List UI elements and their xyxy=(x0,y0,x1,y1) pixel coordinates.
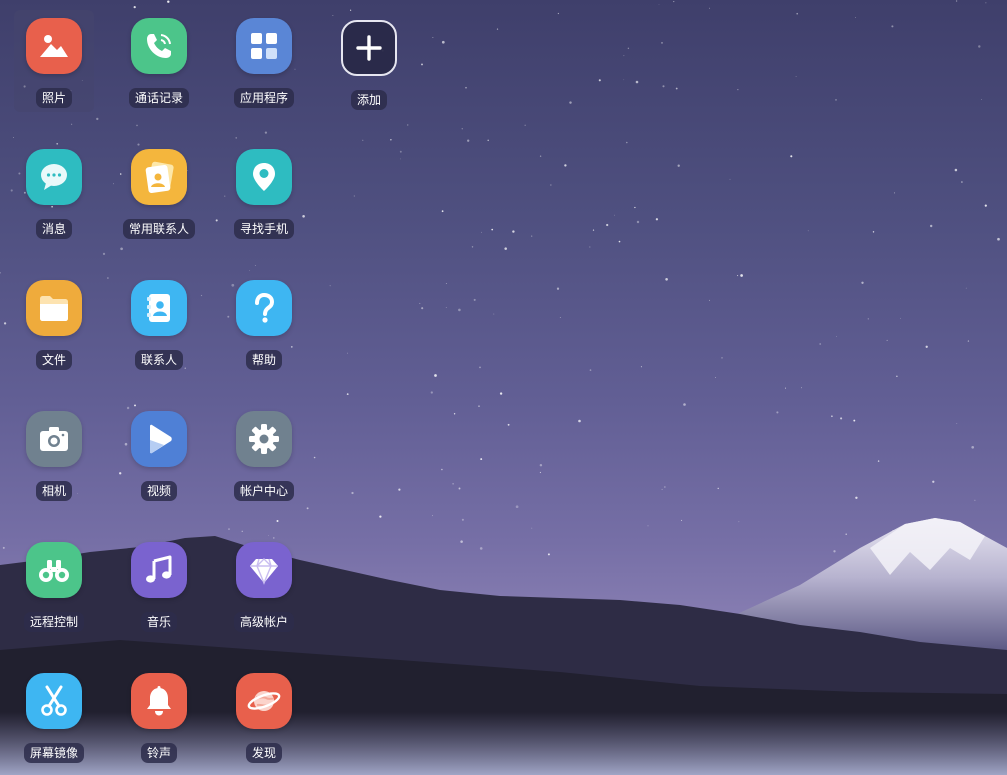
app-label: 照片 xyxy=(35,88,72,108)
app-tile-apps[interactable]: 应用程序 xyxy=(224,10,304,112)
bell-icon xyxy=(131,673,187,729)
phone-icon xyxy=(131,18,187,74)
app-tile-files[interactable]: 文件 xyxy=(14,272,94,374)
question-icon xyxy=(236,280,292,336)
app-label: 帮助 xyxy=(245,350,282,370)
camera-icon xyxy=(26,411,82,467)
play-icon xyxy=(131,411,187,467)
app-label: 帐户中心 xyxy=(233,481,294,501)
scissors-icon xyxy=(26,673,82,729)
app-tile-screen-mirroring[interactable]: 屏幕镜像 xyxy=(14,665,94,767)
folder-icon xyxy=(26,280,82,336)
app-label: 通话记录 xyxy=(128,88,189,108)
app-tile-account-center[interactable]: 帐户中心 xyxy=(224,403,304,505)
app-tile-add[interactable]: 添加 xyxy=(329,10,409,112)
desktop: 照片 通话记录 应用程序 添加消息 常用联系人 寻找手机文件 联系人 帮助相机 视频 帐户中心远程… xyxy=(0,0,1007,775)
app-tile-photos[interactable]: 照片 xyxy=(14,10,94,112)
app-label: 屏幕镜像 xyxy=(23,743,84,763)
planet-icon xyxy=(236,673,292,729)
diamond-icon xyxy=(236,542,292,598)
app-tile-music[interactable]: 音乐 xyxy=(119,534,199,636)
contact-card-icon xyxy=(131,149,187,205)
address-book-icon xyxy=(131,280,187,336)
app-label: 常用联系人 xyxy=(122,219,195,239)
app-label: 音乐 xyxy=(140,612,177,632)
app-tile-call-log[interactable]: 通话记录 xyxy=(119,10,199,112)
app-tile-premium-account[interactable]: 高级帐户 xyxy=(224,534,304,636)
app-tile-favorite-contacts[interactable]: 常用联系人 xyxy=(119,141,199,243)
app-label: 消息 xyxy=(35,219,72,239)
chat-bubble-icon xyxy=(26,149,82,205)
app-label: 相机 xyxy=(35,481,72,501)
app-label: 添加 xyxy=(350,90,387,110)
app-label: 铃声 xyxy=(140,743,177,763)
music-note-icon xyxy=(131,542,187,598)
app-tile-video[interactable]: 视频 xyxy=(119,403,199,505)
photos-icon xyxy=(26,18,82,74)
gear-icon xyxy=(236,411,292,467)
location-pin-icon xyxy=(236,149,292,205)
app-tile-discover[interactable]: 发现 xyxy=(224,665,304,767)
app-tile-contacts[interactable]: 联系人 xyxy=(119,272,199,374)
app-label: 视频 xyxy=(140,481,177,501)
app-label: 高级帐户 xyxy=(233,612,294,632)
app-tile-remote-control[interactable]: 远程控制 xyxy=(14,534,94,636)
app-label: 文件 xyxy=(35,350,72,370)
app-label: 发现 xyxy=(245,743,282,763)
app-tile-help[interactable]: 帮助 xyxy=(224,272,304,374)
app-label: 寻找手机 xyxy=(233,219,294,239)
binoculars-icon xyxy=(26,542,82,598)
app-label: 应用程序 xyxy=(233,88,294,108)
app-tile-ringtone[interactable]: 铃声 xyxy=(119,665,199,767)
app-tile-find-phone[interactable]: 寻找手机 xyxy=(224,141,304,243)
grid-icon xyxy=(236,18,292,74)
app-label: 联系人 xyxy=(134,350,183,370)
mountain-landscape-background xyxy=(0,518,1007,775)
app-tile-camera[interactable]: 相机 xyxy=(14,403,94,505)
app-label: 远程控制 xyxy=(23,612,84,632)
plus-icon xyxy=(341,20,397,76)
app-tile-messages[interactable]: 消息 xyxy=(14,141,94,243)
